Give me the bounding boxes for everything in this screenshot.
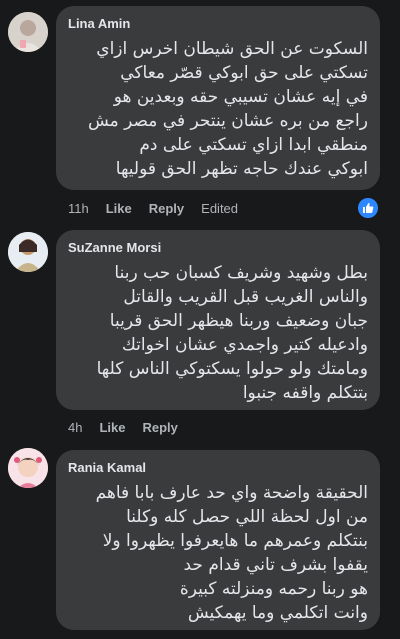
comment-author[interactable]: Rania Kamal	[68, 460, 368, 475]
comment-time[interactable]: 4h	[68, 420, 82, 435]
like-button[interactable]: Like	[106, 201, 132, 216]
comment-bubble: Rania Kamal الحقيقة واضحة واي حد عارف با…	[56, 450, 380, 630]
like-button[interactable]: Like	[99, 420, 125, 435]
comment-bubble: Lina Amin السكوت عن الحق شيطان اخرس ازاي…	[56, 6, 380, 190]
comment-bubble: SuZanne Morsi بطل وشهيد وشريف كسبان حب ر…	[56, 230, 380, 410]
comment-text: بطل وشهيد وشريف كسبان حب ربنا والناس الغ…	[96, 263, 368, 403]
comment-text: الحقيقة واضحة واي حد عارف بابا فاهم من ا…	[95, 483, 368, 623]
avatar[interactable]	[8, 232, 48, 272]
avatar[interactable]	[8, 448, 48, 488]
like-reaction-badge[interactable]	[356, 196, 380, 220]
reply-button[interactable]: Reply	[149, 201, 184, 216]
comment-actions: 11h Like Reply Edited	[68, 201, 238, 216]
reply-button[interactable]: Reply	[142, 420, 177, 435]
edited-label[interactable]: Edited	[201, 201, 238, 216]
comment-text: السكوت عن الحق شيطان اخرس ازاي تسكتي على…	[87, 39, 368, 179]
comment-actions: 4h Like Reply	[68, 420, 178, 435]
comment-time[interactable]: 11h	[68, 201, 89, 216]
comment-author[interactable]: Lina Amin	[68, 16, 368, 31]
thumbs-up-icon	[363, 203, 374, 213]
comment-author[interactable]: SuZanne Morsi	[68, 240, 368, 255]
avatar[interactable]	[8, 12, 48, 52]
